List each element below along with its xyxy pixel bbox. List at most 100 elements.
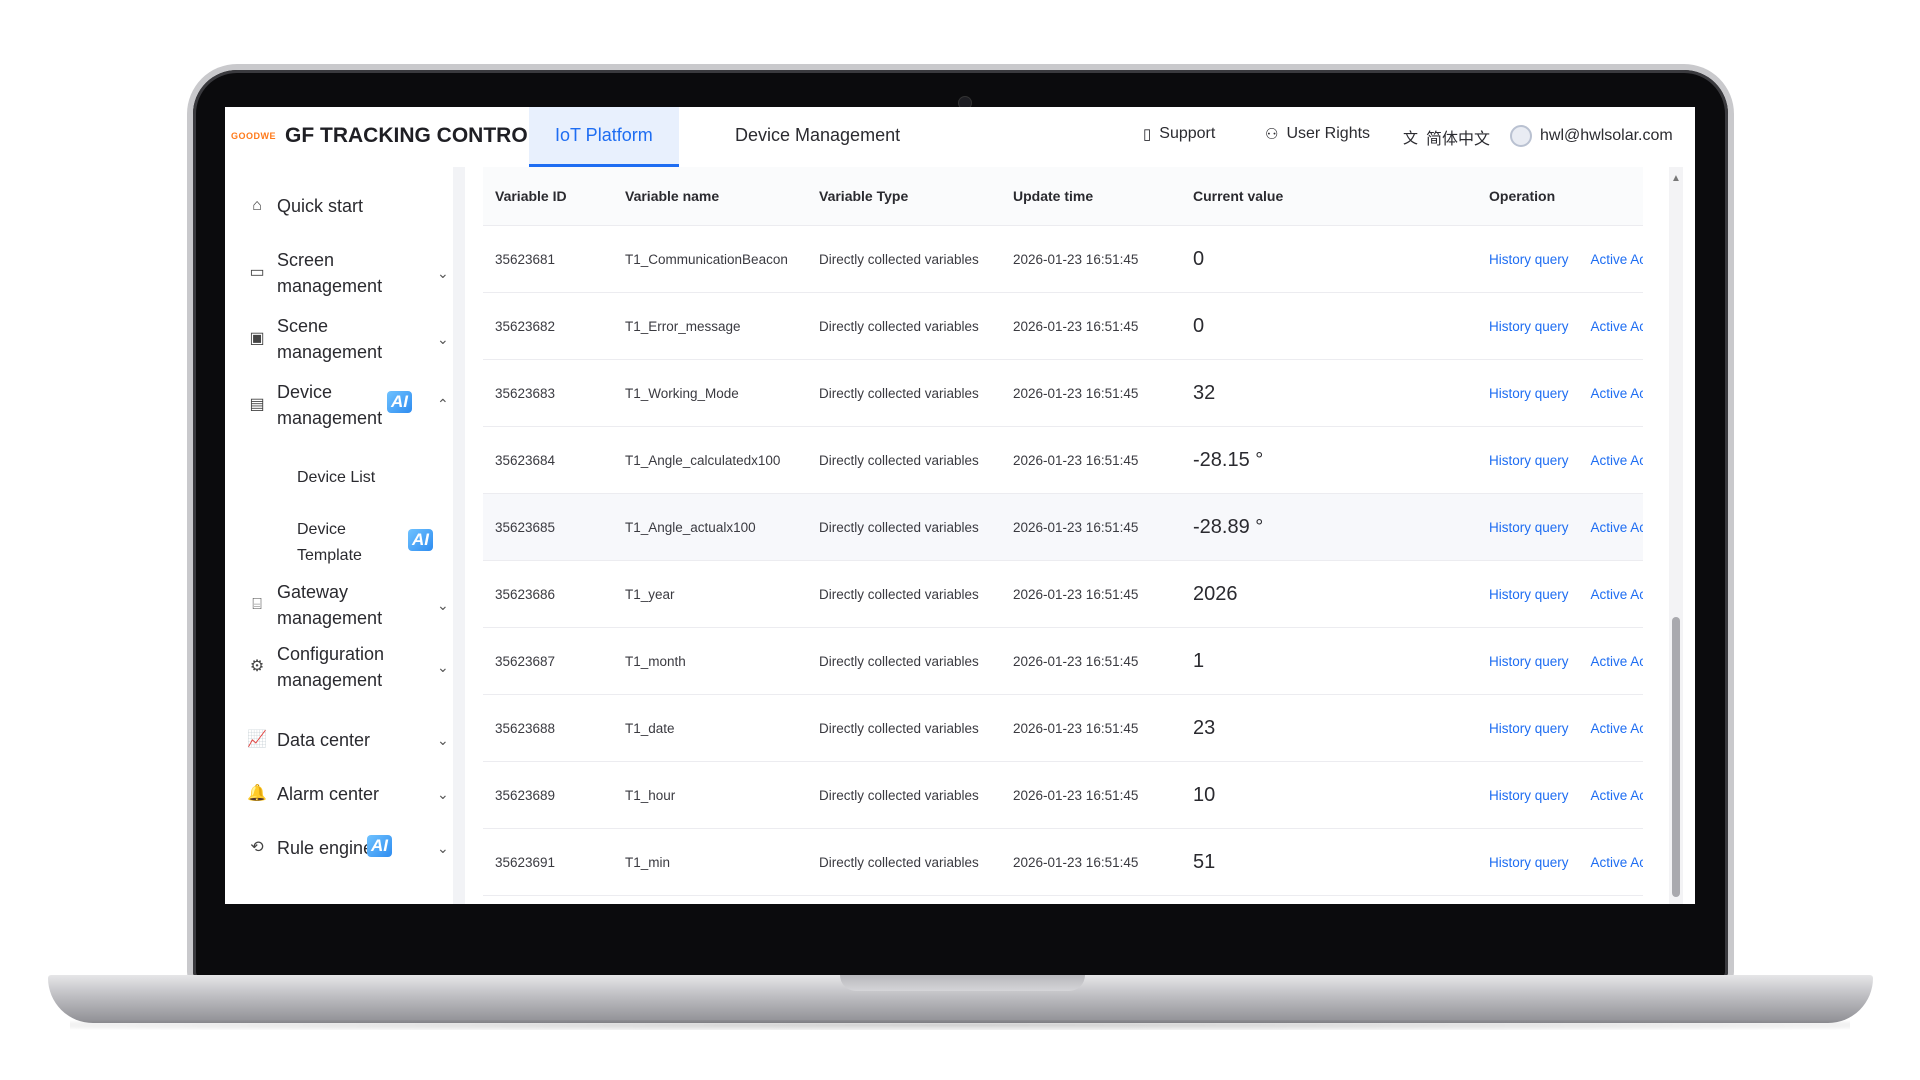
cell-variable-name: T1_date	[613, 694, 807, 762]
table-row: 35623687 T1_month Directly collected varia…	[483, 627, 1643, 695]
sidebar-item-rule-engine[interactable]: ⟲ Rule engine AI ⌄	[247, 835, 449, 861]
cell-variable-name: T1_hour	[613, 761, 807, 829]
cell-update-time: 2026-01-23 16:51:45	[1001, 493, 1181, 561]
language-switch[interactable]: 文 简体中文	[1403, 125, 1490, 149]
device-icon: ▤	[249, 396, 265, 413]
sidebar-item-gateway-management[interactable]: ⌸ Gateway management ⌄	[247, 579, 449, 631]
user-rights-link[interactable]: ⚇ User Rights	[1265, 125, 1370, 143]
col-variable-name[interactable]: Variable name	[613, 167, 807, 226]
ai-badge: AI	[387, 391, 412, 413]
cell-operation: History query Active Acq	[1477, 694, 1643, 762]
cell-current-value: 10	[1181, 761, 1477, 829]
laptop-shadow	[70, 1020, 1850, 1030]
sidebar-item-scene-management[interactable]: ▣ Scene management ⌄	[247, 313, 448, 365]
history-query-link[interactable]: History query	[1489, 520, 1569, 535]
cell-operation: History query Active Acq	[1477, 560, 1643, 628]
cell-update-time: 2026-01-23 16:51:45	[1001, 761, 1181, 829]
cell-operation: History query Active Acq	[1477, 359, 1643, 427]
cell-variable-name: T1_Working_Mode	[613, 359, 807, 427]
cell-variable-type: Directly collected variables	[807, 359, 1001, 427]
history-query-link[interactable]: History query	[1489, 252, 1569, 267]
cell-variable-id: 35623686	[483, 560, 613, 628]
sidebar-item-alarm-center[interactable]: 🔔 Alarm center ⌄	[247, 781, 449, 807]
history-query-link[interactable]: History query	[1489, 453, 1569, 468]
cell-operation: History query Active Acq	[1477, 493, 1643, 561]
tab-device-management[interactable]: Device Management	[709, 107, 926, 167]
chevron-down-icon: ⌄	[437, 786, 449, 802]
cell-operation: History query Active Acq	[1477, 627, 1643, 695]
table-row: 35623691 T1_min Directly collected variabl…	[483, 828, 1643, 896]
table-row: 35623683 T1_Working_Mode Directly collecte…	[483, 359, 1643, 427]
sidebar-item-device-list[interactable]: Device List	[297, 465, 375, 491]
history-query-link[interactable]: History query	[1489, 319, 1569, 334]
history-query-link[interactable]: History query	[1489, 721, 1569, 736]
cell-variable-name: T1_Angle_calculatedx100	[613, 426, 807, 494]
cell-current-value: 51	[1181, 828, 1477, 896]
sidebar-item-device-management[interactable]: ▤ Device management AI ⌃	[247, 379, 449, 431]
router-icon: ⌸	[252, 596, 262, 613]
cell-operation: History query Active Acq	[1477, 225, 1643, 293]
cell-update-time: 2026-01-23 16:51:45	[1001, 292, 1181, 360]
sidebar-item-device-template[interactable]: Device Template	[297, 517, 397, 569]
top-header: GOODWE GF TRACKING CONTROL IoT Platform …	[225, 107, 1695, 168]
cell-variable-type: Directly collected variables	[807, 493, 1001, 561]
sidebar-divider	[453, 167, 465, 904]
user-email: hwl@hwlsolar.com	[1540, 127, 1673, 144]
cell-variable-name: T1_year	[613, 560, 807, 628]
support-link[interactable]: ▯ Support	[1143, 125, 1215, 143]
cell-update-time: 2026-01-23 16:51:45	[1001, 694, 1181, 762]
user-rights-label: User Rights	[1286, 125, 1371, 142]
col-variable-type[interactable]: Variable Type	[807, 167, 1001, 226]
active-acq-link[interactable]: Active Acq	[1591, 654, 1643, 669]
active-acq-link[interactable]: Active Acq	[1591, 587, 1643, 602]
cell-update-time: 2026-01-23 16:51:45	[1001, 828, 1181, 896]
scroll-up-icon[interactable]: ▲	[1671, 173, 1681, 184]
brand-logo: GOODWE	[231, 131, 276, 141]
chevron-down-icon: ⌄	[437, 265, 449, 281]
active-acq-link[interactable]: Active Acq	[1591, 319, 1643, 334]
variables-panel: Variable ID Variable name Variable Type …	[465, 167, 1695, 904]
sidebar-item-screen-management[interactable]: ▭ Screen management ⌄	[247, 247, 449, 299]
sidebar-item-label: Device management	[277, 382, 383, 428]
active-acq-link[interactable]: Active Acq	[1591, 386, 1643, 401]
scrollbar[interactable]: ▲	[1669, 167, 1683, 904]
cell-current-value: -28.15 °	[1181, 426, 1477, 494]
cell-variable-name: T1_CommunicationBeacon	[613, 225, 807, 293]
cell-variable-id: 35623688	[483, 694, 613, 762]
sidebar-item-quick-start[interactable]: ⌂ Quick start	[247, 193, 447, 219]
active-acq-link[interactable]: Active Acq	[1591, 788, 1643, 803]
active-acq-link[interactable]: Active Acq	[1591, 520, 1643, 535]
cell-current-value: 23	[1181, 694, 1477, 762]
cell-current-value: -28.89 °	[1181, 493, 1477, 561]
history-query-link[interactable]: History query	[1489, 654, 1569, 669]
support-label: Support	[1159, 125, 1216, 142]
history-query-link[interactable]: History query	[1489, 587, 1569, 602]
cell-variable-id: 35623689	[483, 761, 613, 829]
cell-variable-id: 35623685	[483, 493, 613, 561]
tab-iot-platform[interactable]: IoT Platform	[529, 107, 679, 167]
cell-variable-name: T1_min	[613, 828, 807, 896]
active-acq-link[interactable]: Active Acq	[1591, 453, 1643, 468]
scroll-thumb[interactable]	[1672, 617, 1680, 897]
history-query-link[interactable]: History query	[1489, 788, 1569, 803]
active-acq-link[interactable]: Active Acq	[1591, 252, 1643, 267]
table-row: 35623681 T1_CommunicationBeacon Directly c…	[483, 225, 1643, 293]
user-menu[interactable]: hwl@hwlsolar.com	[1510, 125, 1673, 147]
chevron-down-icon: ⌄	[437, 659, 449, 675]
col-variable-id[interactable]: Variable ID	[483, 167, 613, 226]
col-update-time[interactable]: Update time	[1001, 167, 1181, 226]
sidebar-item-label: Data center	[277, 730, 371, 750]
sidebar-item-configuration-management[interactable]: ⚙ Configuration management ⌄	[247, 641, 449, 693]
cell-variable-name: T1_Error_message	[613, 292, 807, 360]
sidebar-item-label: Screen management	[277, 250, 383, 296]
cell-variable-id: 35623682	[483, 292, 613, 360]
chevron-down-icon: ⌄	[437, 597, 449, 613]
active-acq-link[interactable]: Active Acq	[1591, 721, 1643, 736]
active-acq-link[interactable]: Active Acq	[1591, 855, 1643, 870]
col-current-value[interactable]: Current value	[1181, 167, 1477, 226]
history-query-link[interactable]: History query	[1489, 855, 1569, 870]
history-query-link[interactable]: History query	[1489, 386, 1569, 401]
sidebar-item-data-center[interactable]: 📈 Data center ⌄	[247, 727, 449, 753]
cell-variable-type: Directly collected variables	[807, 761, 1001, 829]
chevron-up-icon: ⌃	[437, 396, 449, 412]
